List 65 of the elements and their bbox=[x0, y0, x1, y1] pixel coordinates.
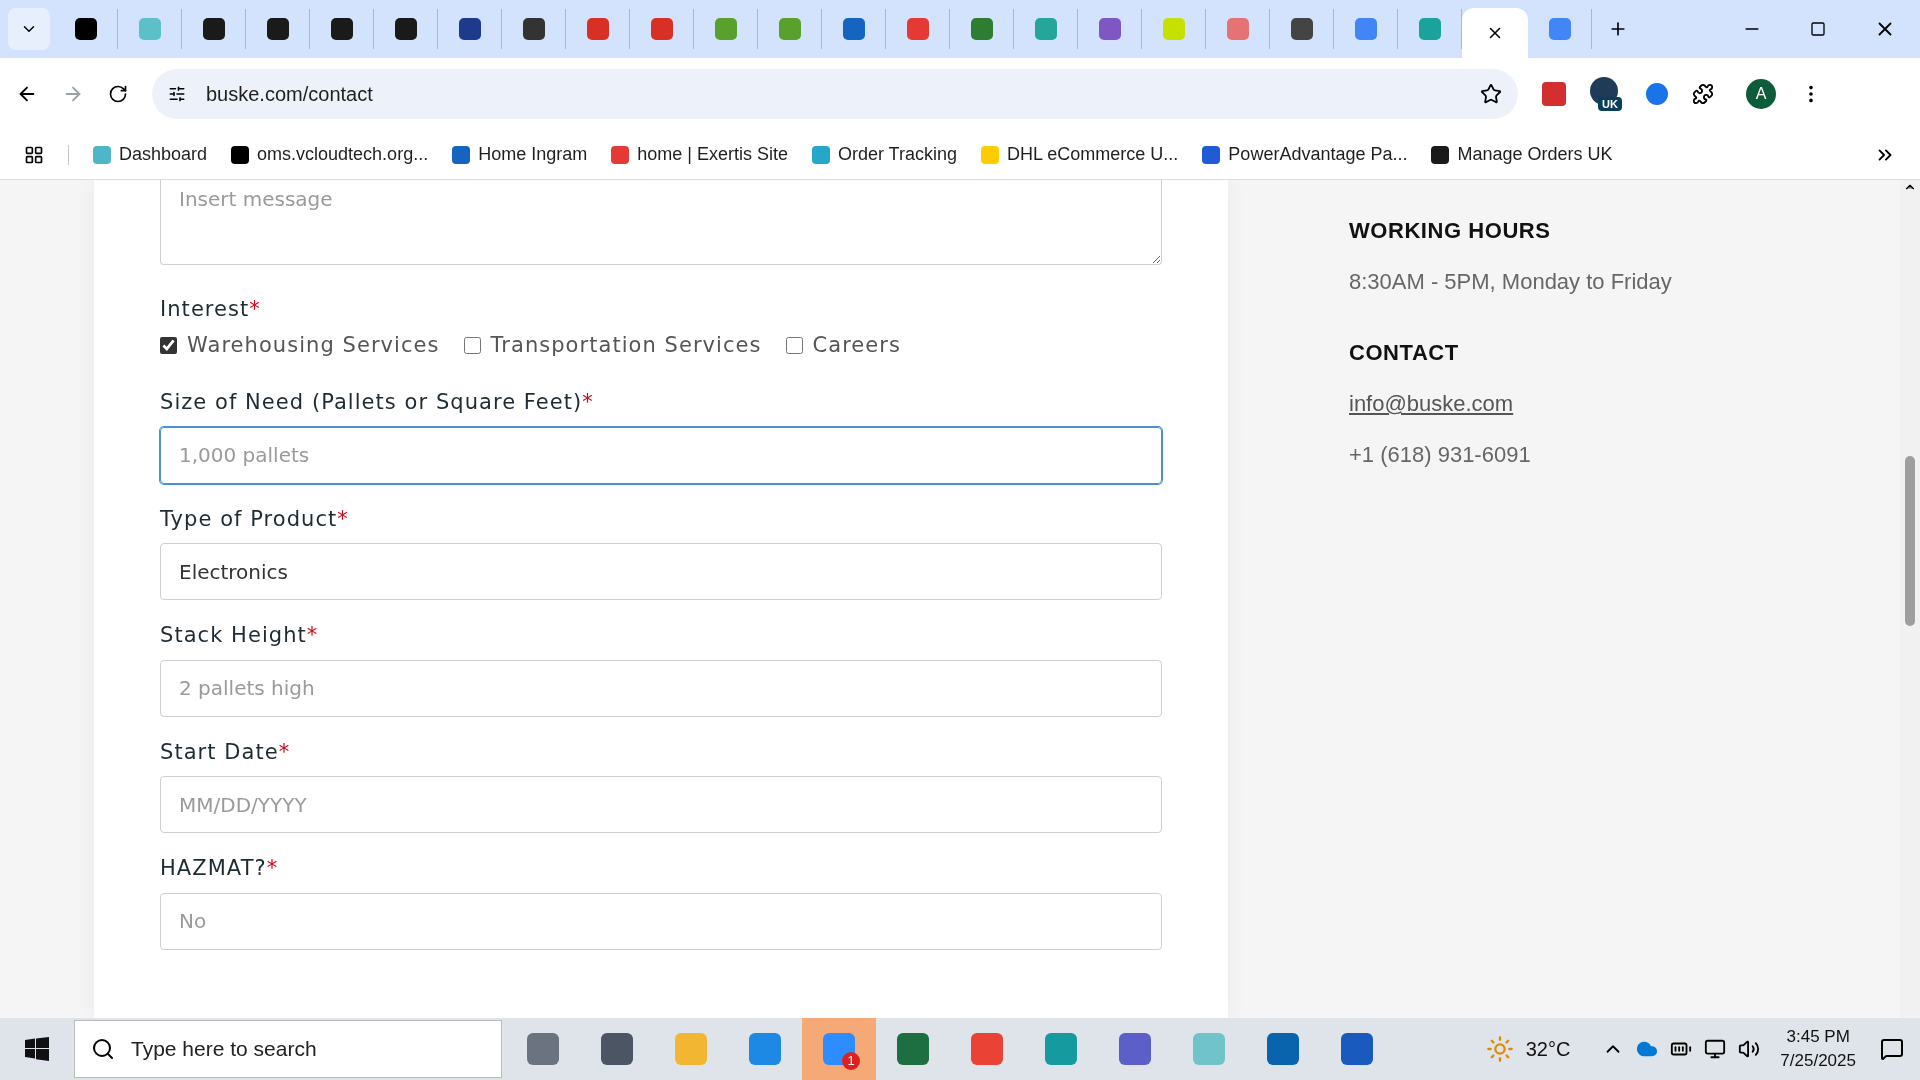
bookmark-label: Order Tracking bbox=[837, 143, 957, 166]
input-field[interactable]: Electronics bbox=[160, 543, 1162, 600]
bookmark-item[interactable]: DHL eCommerce U... bbox=[981, 141, 1179, 168]
address-text: buske.com/contact bbox=[206, 82, 374, 107]
reload-icon[interactable] bbox=[108, 84, 128, 104]
message-field[interactable]: Insert message bbox=[160, 180, 1162, 265]
info-text: 8:30AM - 5PM, Monday to Friday bbox=[1349, 268, 1673, 296]
bookmark-label: Home Ingram bbox=[478, 143, 588, 166]
restore-icon[interactable] bbox=[1810, 21, 1826, 37]
interest-checkbox[interactable] bbox=[160, 336, 177, 354]
start-icon[interactable] bbox=[25, 1037, 49, 1061]
bookmark-label: oms.vcloudtech.org... bbox=[257, 143, 429, 166]
search-placeholder: Type here to search bbox=[131, 1036, 317, 1063]
site-settings-icon[interactable] bbox=[168, 85, 186, 103]
notification-badge: 1 bbox=[842, 1052, 860, 1070]
info-text: +1 (618) 931-6091 bbox=[1349, 441, 1532, 469]
bookmark-label: DHL eCommerce U... bbox=[1007, 143, 1179, 166]
scrollbar[interactable] bbox=[1900, 180, 1920, 1018]
field-label: Start Date* bbox=[160, 738, 292, 766]
bookmark-label: Dashboard bbox=[119, 143, 208, 166]
extension-icon[interactable] bbox=[1646, 83, 1668, 105]
field-label: Stack Height* bbox=[160, 622, 320, 649]
bookmark-item[interactable]: Manage Orders UK bbox=[1431, 141, 1613, 168]
interest-checkbox[interactable] bbox=[785, 336, 803, 354]
section-heading: WORKING HOURS bbox=[1349, 217, 1552, 245]
field-label: Size of Need (Pallets or Square Feet)* bbox=[160, 389, 595, 416]
taskbar-app[interactable]: 1 bbox=[802, 1018, 876, 1080]
extensions-icon[interactable] bbox=[1692, 83, 1714, 105]
bookmark-item[interactable]: Dashboard bbox=[93, 141, 208, 168]
clock[interactable]: 3:45 PM 7/25/2025 bbox=[1780, 1025, 1856, 1073]
volume-icon[interactable] bbox=[1738, 1038, 1761, 1060]
field-label: Interest* bbox=[160, 297, 261, 321]
network-icon[interactable] bbox=[1704, 1038, 1727, 1060]
extension-badge: UK bbox=[1598, 97, 1622, 111]
bookmark-item[interactable]: oms.vcloudtech.org... bbox=[231, 141, 429, 168]
clock-time: 3:45 PM bbox=[1786, 1026, 1850, 1048]
clock-date: 7/25/2025 bbox=[1780, 1050, 1856, 1072]
bookmark-item[interactable]: Order Tracking bbox=[811, 141, 957, 168]
bookmark-label: PowerAdvantage Pa... bbox=[1228, 143, 1408, 166]
scrollbar-thumb[interactable] bbox=[1905, 456, 1915, 626]
input-field[interactable]: No bbox=[160, 892, 1162, 950]
taskbar-search-field[interactable]: Type here to search bbox=[74, 1020, 502, 1078]
profile-avatar[interactable]: A bbox=[1746, 79, 1776, 109]
bookmark-item[interactable]: PowerAdvantage Pa... bbox=[1202, 141, 1408, 168]
input-field[interactable]: MM/DD/YYYY bbox=[160, 776, 1162, 833]
checkbox-label: Warehousing Services bbox=[187, 331, 440, 359]
bookmark-item[interactable]: Home Ingram bbox=[452, 141, 588, 168]
checkbox-label: Transportation Services bbox=[490, 331, 762, 359]
interest-checkbox[interactable] bbox=[463, 336, 481, 354]
input-field[interactable]: 2 pallets high bbox=[160, 659, 1162, 717]
section-heading: CONTACT bbox=[1349, 339, 1460, 367]
apps-icon[interactable] bbox=[24, 144, 44, 165]
search-icon bbox=[91, 1037, 115, 1061]
input-field[interactable]: 1,000 pallets bbox=[160, 426, 1162, 484]
checkbox-label: Careers bbox=[812, 331, 901, 359]
notifications-icon[interactable] bbox=[1880, 1037, 1904, 1061]
field-label: Type of Product* bbox=[160, 505, 350, 533]
bookmark-label: home | Exertis Site bbox=[637, 143, 788, 166]
bookmark-star-icon[interactable] bbox=[1480, 83, 1502, 105]
email-link[interactable]: info@buske.com bbox=[1349, 387, 1900, 420]
field-label: HAZMAT?* bbox=[160, 855, 280, 882]
bookmark-item[interactable]: home | Exertis Site bbox=[611, 141, 788, 168]
address-bar[interactable]: buske.com/contact bbox=[152, 69, 1518, 119]
bookmark-label: Manage Orders UK bbox=[1457, 143, 1613, 166]
temperature[interactable]: 32°C bbox=[1525, 1034, 1571, 1064]
